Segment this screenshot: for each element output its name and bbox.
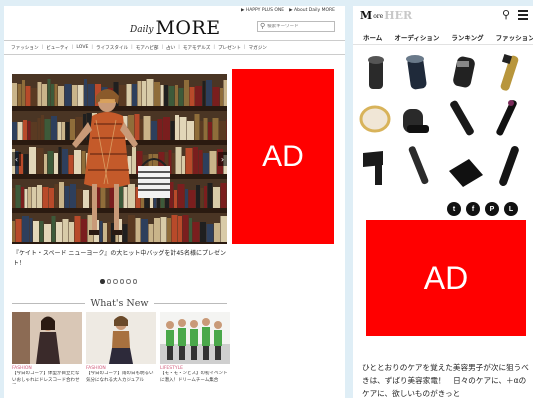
hero-caption[interactable]: 『ケイト・スペード ニューヨーク』の大ヒット中バッグを計45名様にプレゼント！ <box>13 249 228 269</box>
nav-item-audition[interactable]: オーディション <box>394 32 439 42</box>
carousel-dot[interactable] <box>106 279 111 284</box>
section-heading: What's New <box>12 297 227 309</box>
article-card[interactable]: FASHION 【今日のコーデ】雨の日も明るい気分になれる大人カジュアル <box>86 312 156 384</box>
nav-item-home[interactable]: ホーム <box>363 32 382 42</box>
logo-part-m: M <box>360 9 373 22</box>
whats-new-title: What's New <box>90 297 149 309</box>
logo-main: MORE <box>155 17 221 39</box>
nav-item-fashion[interactable]: ファッション <box>11 45 39 51</box>
ad-banner[interactable]: AD <box>232 69 334 244</box>
article-title[interactable]: 【モ・モ・ンとス】の初イベントに潜入！ドリームチーム集合 <box>160 371 230 384</box>
article-card[interactable]: LIFESTYLE 【モ・モ・ンとス】の初イベントに潜入！ドリームチーム集合 <box>160 312 230 384</box>
hamburger-menu-icon[interactable] <box>518 10 528 22</box>
share-buttons: tfPL <box>447 202 518 216</box>
search-icon[interactable]: ⚲ <box>260 22 265 31</box>
nav-item-love[interactable]: LOVE <box>76 45 88 50</box>
top-links: ▶ HAPPY PLUS ONE ▶ About Daily MORE <box>241 8 335 13</box>
nav-item-fashion[interactable]: ファッション <box>496 32 533 42</box>
mobile-site-panel: M ore HER ⚲ ホーム オーディション ランキング ファッション t f… <box>353 6 533 398</box>
carousel-dots <box>100 279 137 284</box>
article-card[interactable]: FASHION 【今日のコーデ】体型が目立たないおしゃれにドレスコード合わせて <box>12 312 82 384</box>
nav-item-models[interactable]: モアモデルズ <box>183 45 211 51</box>
nav-item-lifestyle[interactable]: ライフスタイル <box>96 45 128 51</box>
nav-item-beauty[interactable]: ビューティ <box>46 45 69 51</box>
article-thumbnail[interactable] <box>12 312 82 364</box>
logo-part-ore: ore <box>373 13 384 20</box>
desktop-site-panel: ▶ HAPPY PLUS ONE ▶ About Daily MORE Dail… <box>4 6 345 398</box>
nav-item-fortune[interactable]: 占い <box>166 45 175 51</box>
hero-photo <box>12 74 227 244</box>
twitter-icon[interactable]: t <box>447 202 461 216</box>
line-icon[interactable]: L <box>504 202 518 216</box>
nav-item-present[interactable]: プレゼント <box>218 45 241 51</box>
site-logo[interactable]: M ore HER <box>360 9 412 22</box>
happy-plus-link[interactable]: ▶ HAPPY PLUS ONE <box>241 8 284 13</box>
carousel-dot[interactable] <box>119 279 124 284</box>
search-icon[interactable]: ⚲ <box>502 8 510 21</box>
beauty-gadgets-photo <box>359 53 519 187</box>
nav-item-magazine[interactable]: マガジン <box>249 45 267 51</box>
site-logo[interactable]: Daily MORE <box>130 16 221 38</box>
article-list: FASHION 【今日のコーデ】体型が目立たないおしゃれにドレスコード合わせて … <box>12 312 230 384</box>
facebook-icon[interactable]: f <box>466 202 480 216</box>
article-title[interactable]: 【今日のコーデ】雨の日も明るい気分になれる大人カジュアル <box>86 371 156 384</box>
main-nav: ファッション | ビューティ | LOVE | ライフスタイル | モアハピ部 | 占い |… <box>4 40 345 55</box>
article-title[interactable]: 【今日のコーデ】体型が目立たないおしゃれにドレスコード合わせて <box>12 371 82 384</box>
nav-item-ranking[interactable]: ランキング <box>451 32 483 42</box>
carousel-prev-button[interactable]: ‹ <box>12 152 21 166</box>
carousel-dot[interactable] <box>132 279 137 284</box>
article-body-text: ひととおりのケアを覚えた美容男子が次に狙うべきは、ずばり美容家電！ 日々のケアに… <box>362 363 529 398</box>
logo-part-her: HER <box>384 9 413 22</box>
product-grid-image[interactable] <box>357 51 533 199</box>
ad-banner[interactable]: AD <box>366 220 526 336</box>
search-box[interactable]: ⚲ <box>257 21 335 32</box>
carousel-next-button[interactable]: › <box>218 152 227 166</box>
article-thumbnail[interactable] <box>160 312 230 364</box>
pinterest-icon[interactable]: P <box>485 202 499 216</box>
carousel-dot[interactable] <box>100 279 105 284</box>
nav-item-morehappy[interactable]: モアハピ部 <box>136 45 159 51</box>
logo-script: Daily <box>130 25 154 35</box>
carousel-dot[interactable] <box>113 279 118 284</box>
carousel-dot[interactable] <box>126 279 131 284</box>
about-link[interactable]: ▶ About Daily MORE <box>289 8 335 13</box>
search-input[interactable] <box>267 24 330 29</box>
hero-carousel-image[interactable]: ‹ › <box>12 74 227 244</box>
article-thumbnail[interactable] <box>86 312 156 364</box>
mobile-nav: ホーム オーディション ランキング ファッション <box>353 29 533 45</box>
